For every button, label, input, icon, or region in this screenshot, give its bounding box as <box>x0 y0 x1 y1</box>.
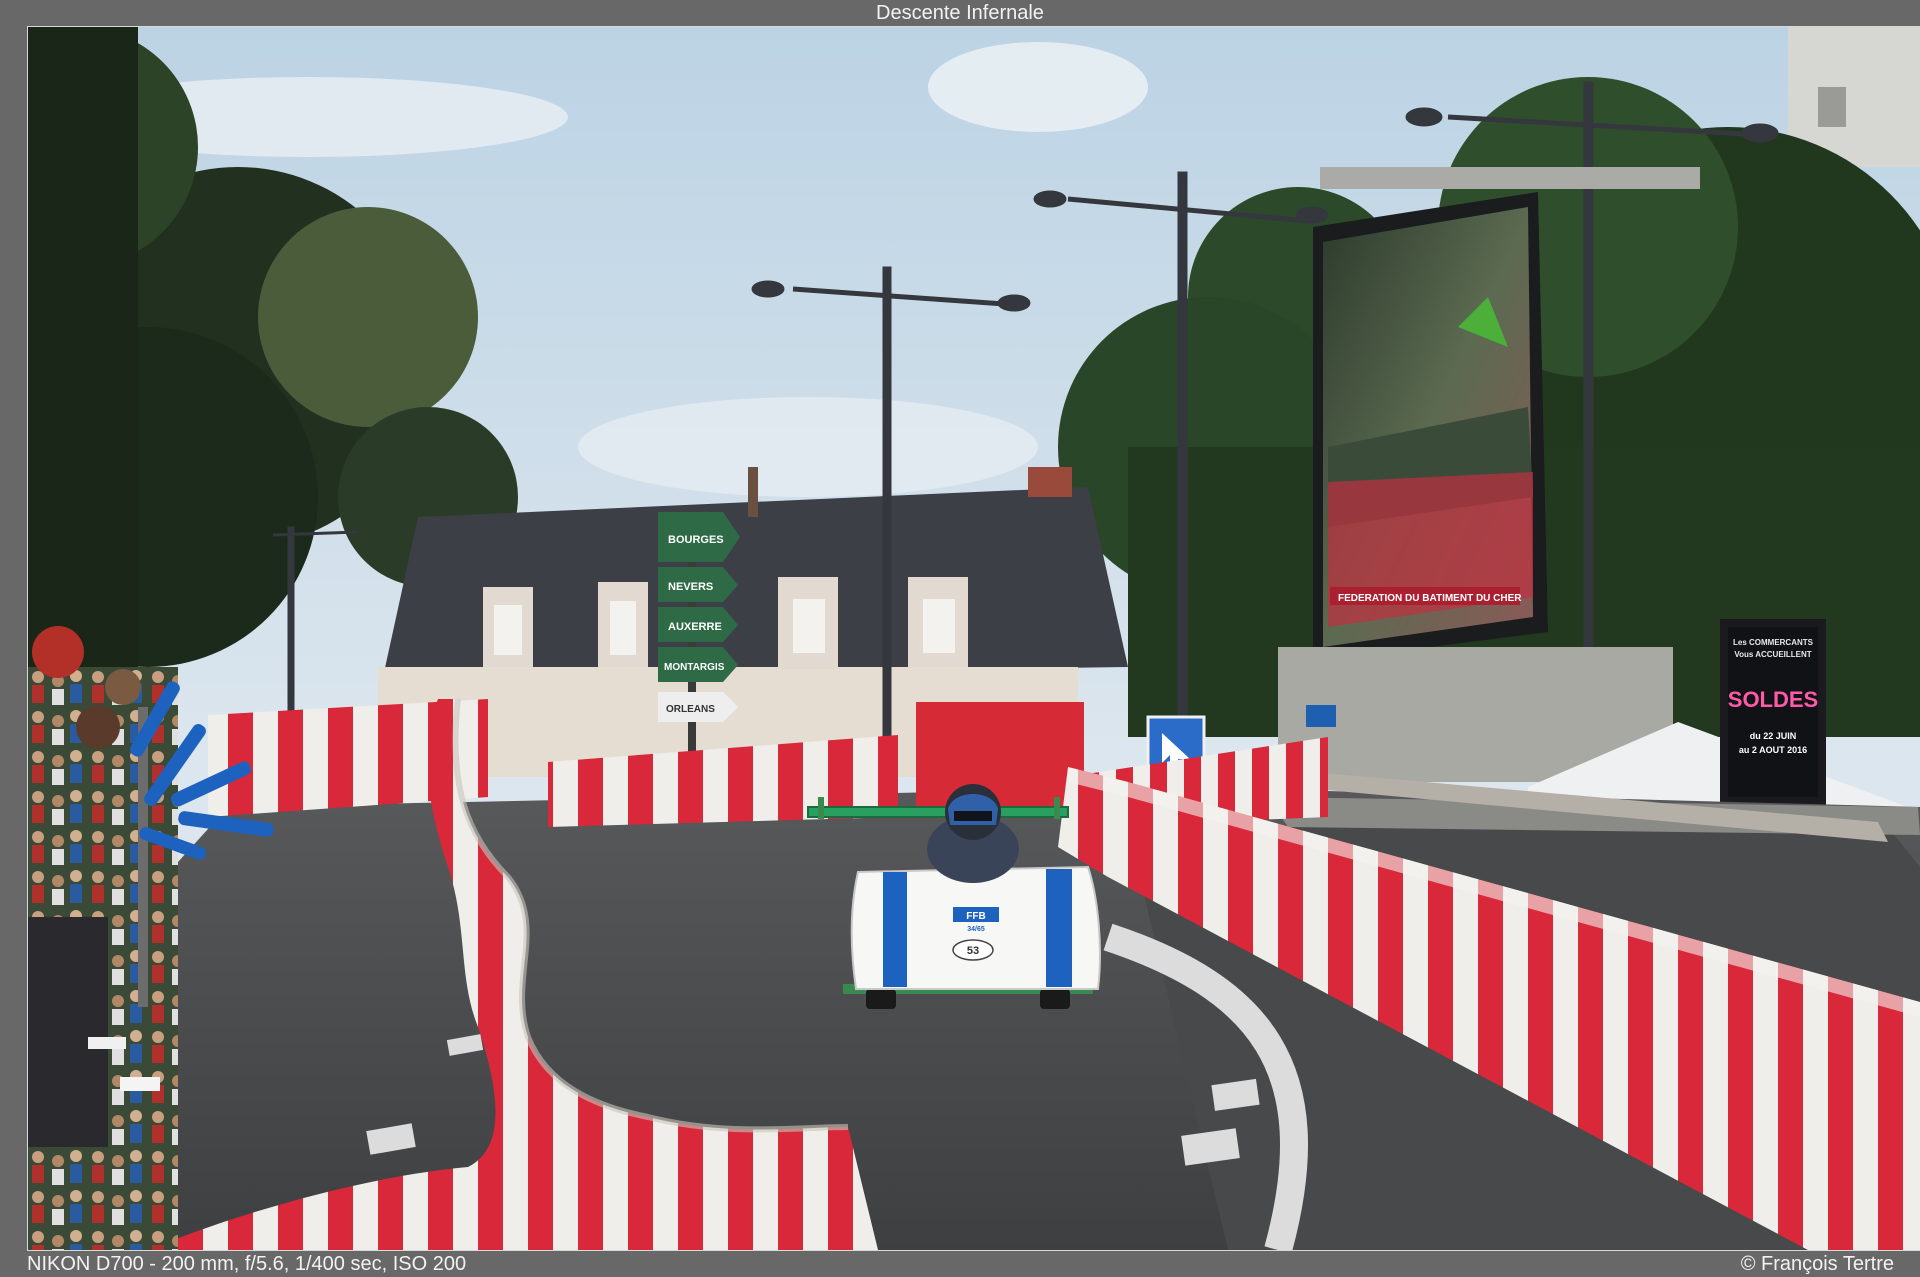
billboard-date2: au 2 AOUT 2016 <box>1739 745 1807 755</box>
exif-caption: NIKON D700 - 200 mm, f/5.6, 1/400 sec, I… <box>27 1253 467 1275</box>
sign-text-1: BOURGES <box>668 534 724 546</box>
billboard-line2: Vous ACCUEILLENT <box>1734 650 1811 659</box>
race-scene: BOURGES NEVERS AUXERRE MONTARGIS ORLEANS… <box>28 27 1920 1250</box>
sign-text-5: ORLEANS <box>666 704 715 715</box>
billboard-date1: du 22 JUIN <box>1750 731 1797 741</box>
screen-banner-text: FEDERATION DU BATIMENT DU CHER <box>1338 593 1522 604</box>
billboard-main: SOLDES <box>1728 687 1818 712</box>
billboard-line1: Les COMMERCANTS <box>1733 638 1814 647</box>
kart-number: 53 <box>967 945 979 957</box>
kart-brand-sub: 34/65 <box>967 926 985 933</box>
photo-title: Descente Infernale <box>876 2 1044 24</box>
photo: BOURGES NEVERS AUXERRE MONTARGIS ORLEANS… <box>27 26 1920 1251</box>
photo-credit: © François Tertre <box>1740 1253 1894 1275</box>
soldes-billboard: Les COMMERCANTS Vous ACCUEILLENT SOLDES … <box>1720 619 1826 809</box>
sign-text-4: MONTARGIS <box>664 662 725 673</box>
sign-text-3: AUXERRE <box>668 621 722 633</box>
kart-brand: FFB <box>966 911 985 922</box>
sign-text-2: NEVERS <box>668 581 713 593</box>
